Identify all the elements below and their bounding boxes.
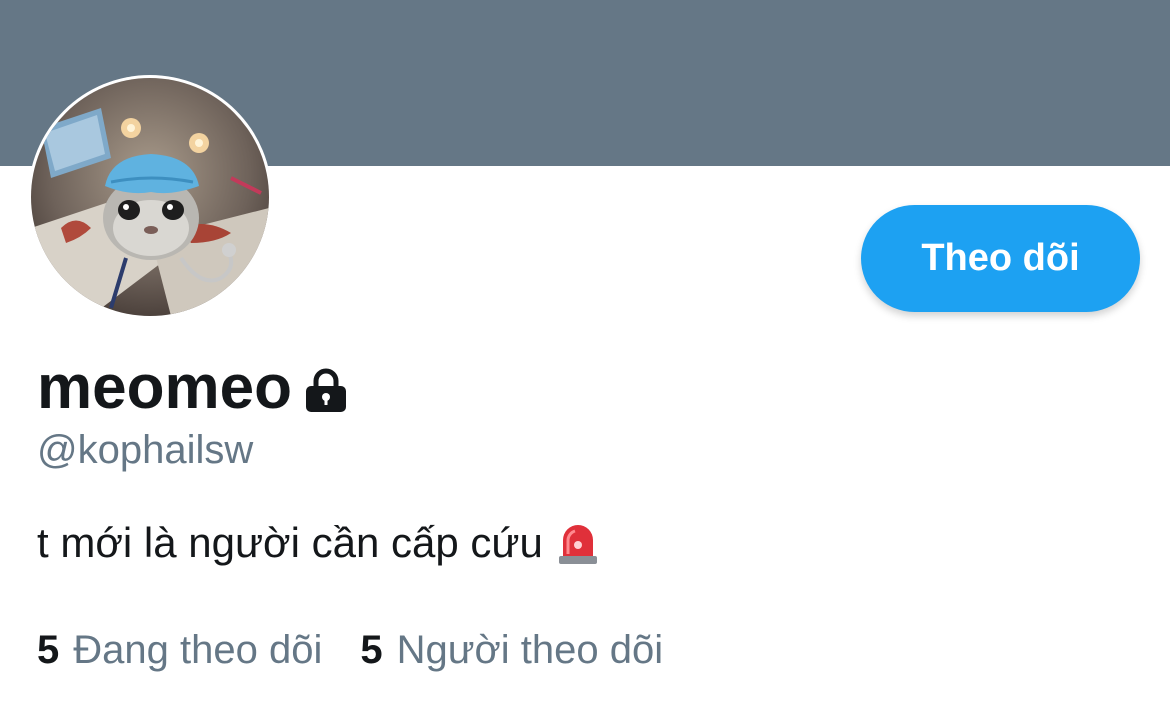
following-label: Đang theo dõi: [73, 628, 323, 672]
follow-button[interactable]: Theo dõi: [861, 205, 1140, 312]
display-name: meomeo: [37, 353, 292, 422]
bio-text: t mới là người cần cấp cứu: [37, 519, 543, 566]
avatar-image: [31, 78, 269, 316]
profile-bio: t mới là người cần cấp cứu: [37, 515, 599, 571]
followers-stat[interactable]: 5 Người theo dõi: [360, 624, 663, 676]
followers-count: 5: [360, 628, 383, 672]
following-stat[interactable]: 5 Đang theo dõi: [37, 624, 322, 676]
police-car-light-icon: [557, 520, 599, 566]
avatar[interactable]: [28, 75, 272, 319]
profile-stats: 5 Đang theo dõi 5 Người theo dõi: [37, 624, 701, 676]
profile-handle: @kophailsw: [37, 428, 254, 472]
followers-label: Người theo dõi: [396, 628, 664, 672]
following-count: 5: [37, 628, 60, 672]
lock-icon: [302, 366, 350, 414]
profile-name-row: meomeo: [37, 350, 350, 426]
